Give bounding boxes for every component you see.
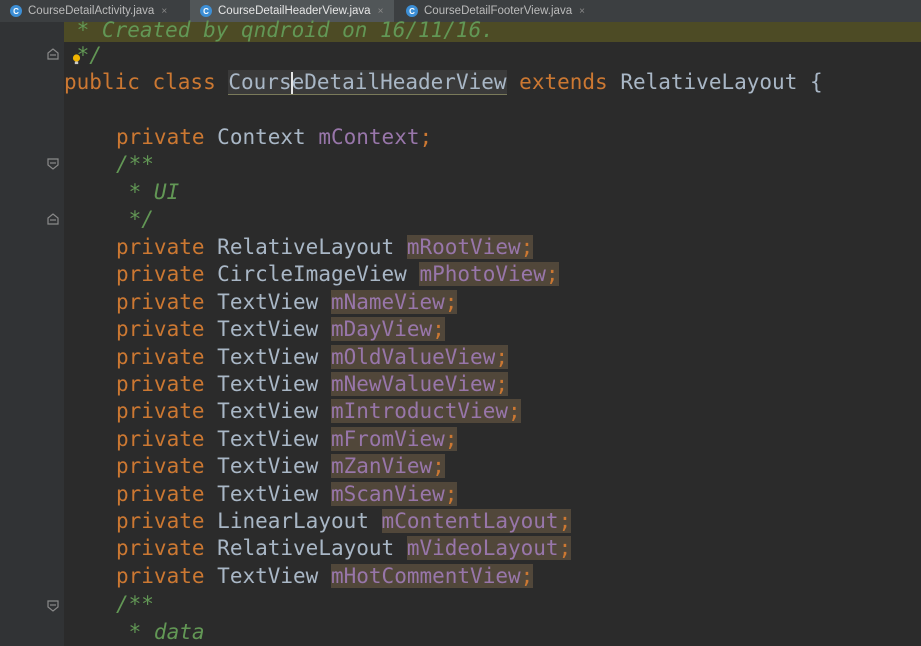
code-line-comment: * UI <box>116 180 180 204</box>
keyword: private <box>116 372 205 396</box>
keyword: extends <box>506 70 621 94</box>
keyword: private <box>116 399 205 424</box>
fold-start-icon[interactable] <box>47 158 59 170</box>
field-type: TextView <box>217 317 319 342</box>
code-line-field: private RelativeLayout mVideoLayout; <box>116 535 572 562</box>
code-line-class-declaration: public class CourseDetailHeaderView exte… <box>64 69 823 96</box>
java-class-icon: C <box>406 5 418 17</box>
java-class-icon: C <box>10 5 22 17</box>
fold-start-icon[interactable] <box>47 600 59 612</box>
java-class-icon: C <box>200 5 212 17</box>
class-name-part: eDetailHeaderView <box>291 70 507 94</box>
code-line-field: private TextView mOldValueView; <box>116 344 509 371</box>
field-name[interactable]: mDayView <box>330 317 433 342</box>
code-line-field: private CircleImageView mPhotoView; <box>116 261 559 288</box>
close-icon[interactable]: × <box>161 6 167 17</box>
field-name: mContext <box>318 125 420 149</box>
field-type: TextView <box>217 426 319 451</box>
field-type: RelativeLayout <box>217 235 395 259</box>
semicolon: ; <box>432 317 445 342</box>
code-line-comment: * Created by qndroid on 16/11/16. <box>64 18 494 42</box>
code-line-comment: * data <box>116 620 205 644</box>
field-type: Context <box>217 125 306 149</box>
editor-gutter <box>0 22 64 646</box>
code-line-comment: /** <box>116 152 154 176</box>
semicolon: ; <box>419 125 433 149</box>
field-type: TextView <box>217 563 319 588</box>
field-type: CircleImageView <box>217 262 407 287</box>
code-line-comment: */ <box>64 43 102 67</box>
field-name[interactable]: mFromView <box>330 426 445 451</box>
keyword: private <box>116 344 205 369</box>
field-name[interactable]: mHotCommentView <box>330 563 521 588</box>
semicolon: ; <box>444 289 458 314</box>
field-name[interactable]: mVideoLayout <box>406 536 559 561</box>
code-line-field: private TextView mZanView; <box>116 453 445 480</box>
keyword: private <box>116 536 205 561</box>
class-name-part: Cours <box>228 70 292 94</box>
keyword: private <box>116 563 205 588</box>
keyword: private <box>116 289 205 314</box>
fold-end-icon[interactable] <box>47 48 59 60</box>
keyword: public class <box>64 70 229 94</box>
field-type: TextView <box>217 454 319 479</box>
keyword: private <box>116 481 205 506</box>
field-type: TextView <box>217 289 319 314</box>
semicolon: ; <box>432 454 445 479</box>
tab-label: CourseDetailHeaderView.java <box>218 5 371 17</box>
semicolon: ; <box>558 509 572 533</box>
field-name[interactable]: mContentLayout <box>381 509 559 533</box>
close-icon[interactable]: × <box>378 6 384 17</box>
code-line-field: private TextView mIntroductView; <box>116 398 521 425</box>
field-type: LinearLayout <box>217 509 369 533</box>
semicolon: ; <box>495 344 509 369</box>
field-type: TextView <box>217 372 319 396</box>
code-line-field: private TextView mFromView; <box>116 426 458 453</box>
semicolon: ; <box>545 262 559 287</box>
semicolon: ; <box>495 372 509 396</box>
keyword: private <box>116 125 205 149</box>
tab-label: CourseDetailFooterView.java <box>424 5 573 17</box>
class-name[interactable]: CourseDetailHeaderView <box>228 70 507 95</box>
semicolon: ; <box>558 536 572 561</box>
field-name[interactable]: mRootView <box>406 235 521 259</box>
semicolon: ; <box>444 481 458 506</box>
code-line-field: private TextView mNewValueView; <box>116 371 509 398</box>
code-line-field: private TextView mScanView; <box>116 481 458 508</box>
code-line-field: private TextView mHotCommentView; <box>116 563 534 590</box>
code-editor[interactable]: * Created by qndroid on 16/11/16. */ pub… <box>0 18 921 646</box>
keyword: private <box>116 317 205 342</box>
field-type: RelativeLayout <box>217 536 395 561</box>
code-line-field: private LinearLayout mContentLayout; <box>116 508 572 535</box>
semicolon: ; <box>508 399 521 424</box>
keyword: private <box>116 509 205 533</box>
semicolon: ; <box>520 563 534 588</box>
code-line-field: private RelativeLayout mRootView; <box>116 234 534 261</box>
field-type: TextView <box>217 344 319 369</box>
code-line-field: private TextView mDayView; <box>116 316 445 343</box>
field-name[interactable]: mScanView <box>330 481 445 506</box>
field-type: TextView <box>217 481 319 506</box>
field-name[interactable]: mPhotoView <box>419 262 546 287</box>
code-line-comment: */ <box>116 207 154 231</box>
field-name[interactable]: mZanView <box>330 454 433 479</box>
field-name[interactable]: mOldValueView <box>330 344 496 369</box>
keyword: private <box>116 262 205 287</box>
keyword: private <box>116 426 205 451</box>
super-class: RelativeLayout { <box>620 70 823 94</box>
close-icon[interactable]: × <box>579 6 585 17</box>
semicolon: ; <box>444 426 458 451</box>
field-type: TextView <box>217 399 319 424</box>
semicolon: ; <box>520 235 534 259</box>
fold-end-icon[interactable] <box>47 213 59 225</box>
code-line-field: private Context mContext; <box>116 124 432 151</box>
tab-label: CourseDetailActivity.java <box>28 5 155 17</box>
keyword: private <box>116 235 205 259</box>
keyword: private <box>116 454 205 479</box>
code-line-comment: /** <box>116 592 154 616</box>
field-name[interactable]: mNameView <box>330 289 445 314</box>
field-name[interactable]: mIntroductView <box>330 399 508 424</box>
field-name[interactable]: mNewValueView <box>330 372 496 396</box>
code-line-field: private TextView mNameView; <box>116 289 458 316</box>
